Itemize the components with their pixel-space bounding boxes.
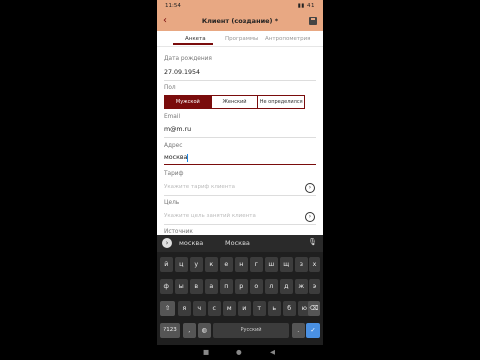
key[interactable]: а xyxy=(205,279,218,294)
period-key[interactable]: . xyxy=(292,323,305,338)
key[interactable]: с xyxy=(208,301,221,316)
birth-date-field[interactable]: 27.09.1954 xyxy=(164,69,200,76)
key[interactable]: э xyxy=(309,279,320,294)
home-icon[interactable]: ● xyxy=(236,348,242,356)
enter-key-icon[interactable]: ✓ xyxy=(306,323,320,338)
key[interactable]: л xyxy=(265,279,278,294)
key[interactable]: в xyxy=(190,279,203,294)
key[interactable]: н xyxy=(235,257,248,272)
tab-programs[interactable]: Программы xyxy=(225,36,258,42)
address-label: Адрес xyxy=(164,143,183,149)
chevron-right-icon[interactable]: › xyxy=(305,212,315,222)
key[interactable]: к xyxy=(205,257,218,272)
gender-option-male[interactable]: Мужской xyxy=(165,96,212,108)
key[interactable]: ч xyxy=(193,301,206,316)
status-bar: 11:54 ▮▮ 41 xyxy=(157,0,323,12)
email-field[interactable]: m@m.ru xyxy=(164,126,191,133)
email-label: Email xyxy=(164,114,181,120)
tab-anthropometry[interactable]: Антропометрия xyxy=(265,36,311,42)
keyboard-row-3: ⇧ я ч с м и т ь б ю ⌫ xyxy=(157,301,323,321)
active-tab-indicator xyxy=(173,43,213,45)
back-icon[interactable]: ◀ xyxy=(270,348,275,356)
keyboard-row-2: ф ы в а п р о л д ж э xyxy=(157,279,323,299)
globe-key-icon[interactable]: ◍ xyxy=(198,323,211,338)
shift-key-icon[interactable]: ⇧ xyxy=(160,301,175,316)
keyboard-row-4: ?123 , ◍ Русский . ✓ xyxy=(157,323,323,343)
gender-option-female[interactable]: Женский xyxy=(212,96,259,108)
key[interactable]: о xyxy=(250,279,263,294)
phone-screen: 11:54 ▮▮ 41 ‹ Клиент (создание) * Анкета… xyxy=(157,0,323,360)
gender-selector: Мужской Женский Не определился xyxy=(164,95,305,109)
symbols-key[interactable]: ?123 xyxy=(160,323,180,338)
key[interactable]: п xyxy=(220,279,233,294)
key[interactable]: ы xyxy=(175,279,188,294)
divider xyxy=(164,224,316,225)
key[interactable]: у xyxy=(190,257,203,272)
divider xyxy=(164,80,316,81)
key[interactable]: м xyxy=(223,301,236,316)
save-icon[interactable] xyxy=(309,17,317,25)
tab-anketa[interactable]: Анкета xyxy=(185,36,206,42)
gender-label: Пол xyxy=(164,85,176,91)
keyboard-row-1: й ц у к е н г ш щ з х xyxy=(157,257,323,277)
goal-label: Цель xyxy=(164,200,180,206)
battery-indicator: ▮▮ 41 xyxy=(297,3,315,9)
key[interactable]: ш xyxy=(265,257,278,272)
key[interactable]: щ xyxy=(280,257,293,272)
key[interactable]: р xyxy=(235,279,248,294)
key[interactable]: з xyxy=(295,257,308,272)
tab-bar: Анкета Программы Антропометрия xyxy=(157,31,323,47)
expand-arrow-icon[interactable]: › xyxy=(162,238,172,248)
system-navigation-bar: ■ ● ◀ xyxy=(157,345,323,360)
onscreen-keyboard: › москва Москва 🎙 й ц у к е н г ш щ з х … xyxy=(157,235,323,345)
goal-field[interactable]: Укажите цель занятий клиента xyxy=(164,213,256,219)
suggestion-2[interactable]: Москва xyxy=(225,239,250,247)
key[interactable]: т xyxy=(253,301,266,316)
key[interactable]: ж xyxy=(295,279,308,294)
key[interactable]: и xyxy=(238,301,251,316)
suggestion-bar: › москва Москва 🎙 xyxy=(157,235,323,252)
birth-date-label: Дата рождения xyxy=(164,56,212,62)
chevron-right-icon[interactable]: › xyxy=(305,183,315,193)
key[interactable]: х xyxy=(309,257,320,272)
gender-option-undefined[interactable]: Не определился xyxy=(258,96,304,108)
text-cursor xyxy=(187,154,188,162)
key[interactable]: е xyxy=(220,257,233,272)
space-key[interactable]: Русский xyxy=(213,323,289,338)
key[interactable]: й xyxy=(160,257,173,272)
app-toolbar: ‹ Клиент (создание) * xyxy=(157,12,323,31)
address-field[interactable]: москва xyxy=(164,154,187,161)
tariff-field[interactable]: Укажите тариф клиента xyxy=(164,184,235,190)
comma-key[interactable]: , xyxy=(183,323,196,338)
key[interactable]: ц xyxy=(175,257,188,272)
page-title: Клиент (создание) * xyxy=(201,17,279,25)
divider xyxy=(164,195,316,196)
key[interactable]: ь xyxy=(268,301,281,316)
divider xyxy=(164,137,316,138)
key[interactable]: ф xyxy=(160,279,173,294)
address-underline xyxy=(164,164,316,166)
status-time: 11:54 xyxy=(165,3,181,9)
recents-icon[interactable]: ■ xyxy=(203,348,209,356)
key[interactable]: г xyxy=(250,257,263,272)
key[interactable]: я xyxy=(178,301,191,316)
backspace-key-icon[interactable]: ⌫ xyxy=(308,301,320,316)
tariff-label: Тариф xyxy=(164,171,184,177)
microphone-icon[interactable]: 🎙 xyxy=(308,238,317,246)
key[interactable]: б xyxy=(283,301,296,316)
suggestion-1[interactable]: москва xyxy=(179,239,203,247)
key[interactable]: д xyxy=(280,279,293,294)
